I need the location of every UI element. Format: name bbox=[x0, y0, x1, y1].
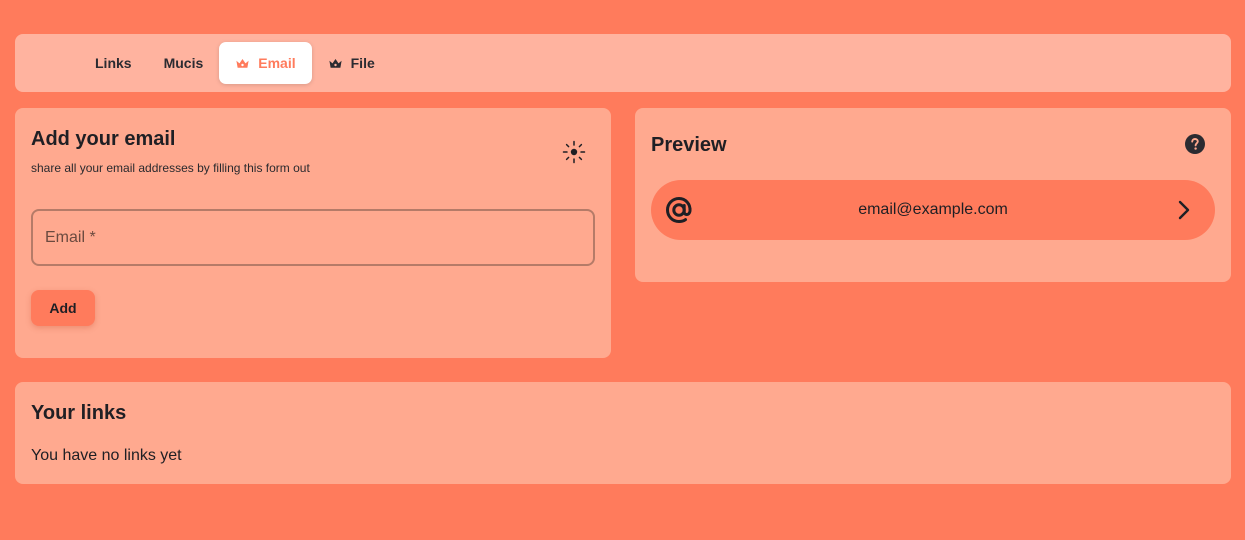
your-links-card: Your links You have no links yet bbox=[15, 382, 1231, 484]
at-icon bbox=[665, 196, 692, 224]
chevron-right-icon bbox=[1178, 200, 1190, 220]
tab-mucis[interactable]: Mucis bbox=[148, 42, 220, 84]
links-empty-text: You have no links yet bbox=[31, 447, 182, 464]
tab-label: File bbox=[350, 55, 375, 71]
tab-label: Mucis bbox=[163, 55, 204, 71]
tab-file[interactable]: File bbox=[312, 42, 391, 84]
links-title: Your links bbox=[31, 402, 127, 424]
tab-bar: Links Mucis Email File bbox=[15, 34, 1231, 92]
add-button[interactable]: Add bbox=[31, 290, 95, 326]
email-input[interactable] bbox=[45, 228, 593, 247]
add-email-card: Add your email share all your email addr… bbox=[15, 108, 611, 358]
tab-label: Links bbox=[95, 55, 132, 71]
form-title: Add your email bbox=[31, 128, 176, 150]
help-icon[interactable] bbox=[1185, 134, 1205, 154]
tab-links[interactable]: Links bbox=[79, 42, 148, 84]
preview-card: Preview email@example.com bbox=[635, 108, 1231, 282]
crown-icon bbox=[236, 58, 249, 68]
sun-icon[interactable] bbox=[561, 139, 587, 165]
preview-title: Preview bbox=[651, 134, 727, 156]
tab-email[interactable]: Email bbox=[219, 42, 312, 84]
form-subtitle: share all your email addresses by fillin… bbox=[31, 161, 310, 175]
email-field[interactable] bbox=[31, 209, 595, 266]
crown-icon bbox=[329, 58, 342, 68]
tab-label: Email bbox=[258, 55, 296, 71]
email-preview-pill[interactable]: email@example.com bbox=[651, 180, 1215, 240]
preview-email-text: email@example.com bbox=[858, 201, 1008, 218]
